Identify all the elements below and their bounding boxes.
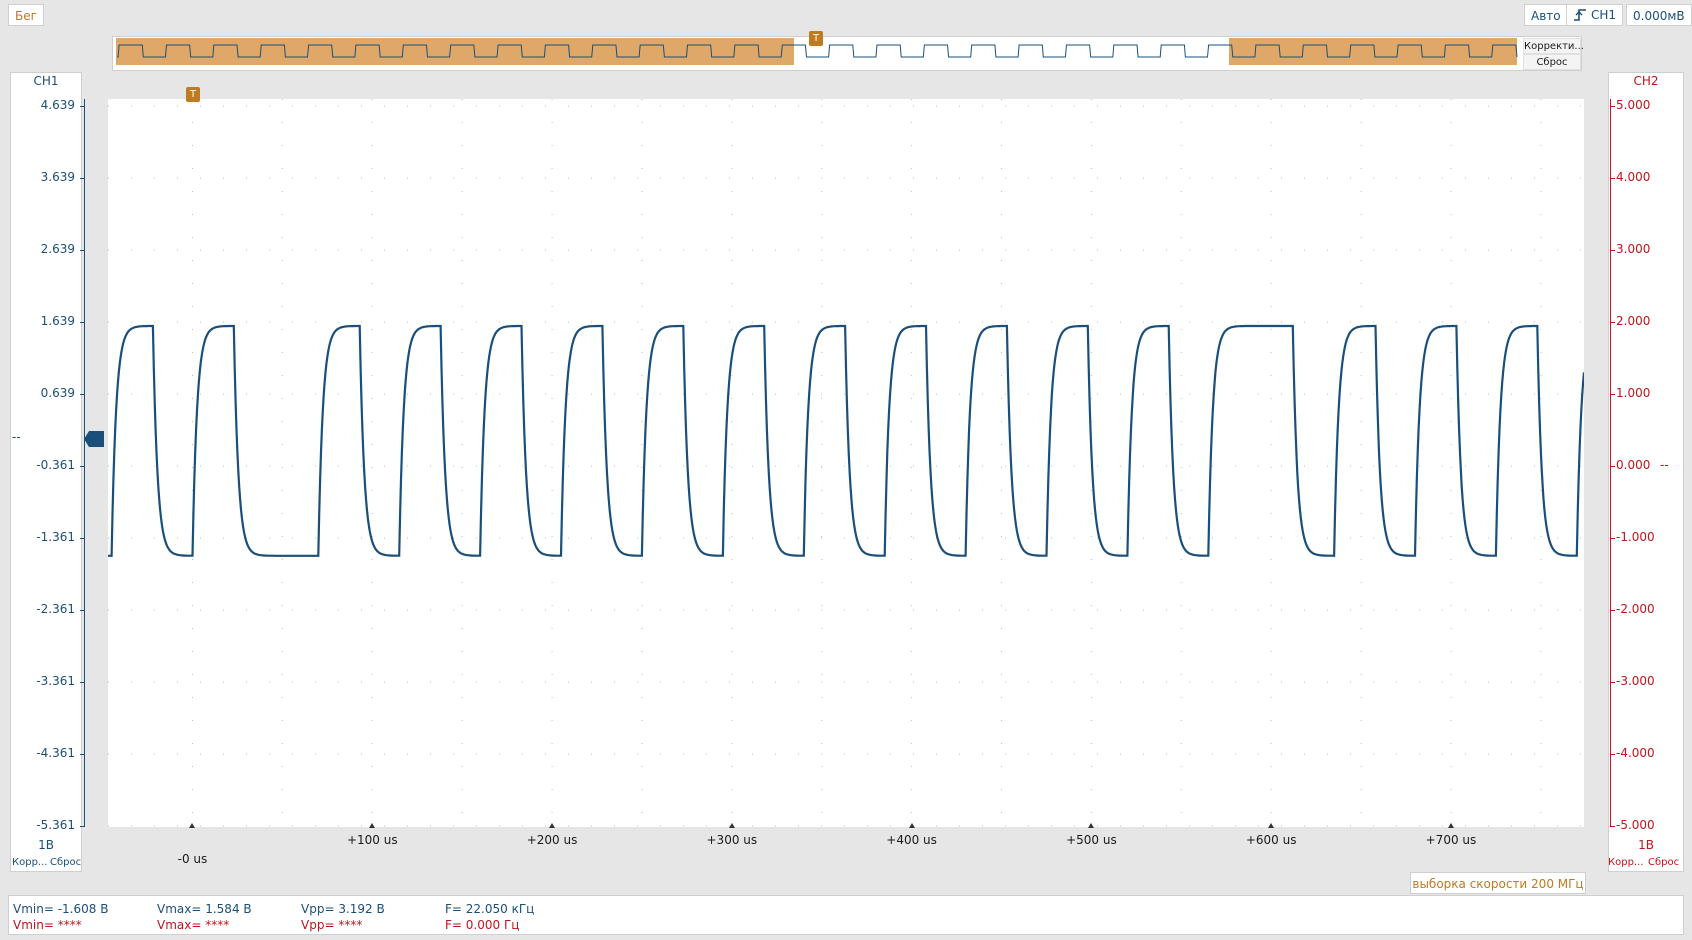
ch1-axis-tick-label: 0.639 (40, 386, 75, 400)
trigger-position-marker[interactable]: T (186, 87, 200, 102)
time-axis-tick-label: +100 us (346, 833, 398, 847)
ch2-axis-tick-label: -2.000 (1616, 602, 1655, 616)
time-axis-tick-label: +400 us (886, 833, 937, 847)
time-axis-tick-label: +300 us (706, 833, 758, 847)
run-status-button[interactable]: Бег (8, 4, 44, 26)
time-axis-tick (908, 823, 915, 828)
time-axis-tick (1088, 823, 1095, 828)
ch1-axis-tick-label: 3.639 (40, 170, 75, 184)
ch1-axis-tick-label: -0.361 (36, 458, 75, 472)
waveform-overview[interactable]: Корректи... Сброс (112, 36, 1584, 71)
sample-rate-label: выборка скорости 200 МГц (1410, 872, 1586, 894)
trigger-source-button[interactable]: CH1 (1566, 4, 1624, 26)
time-axis-tick (1447, 823, 1454, 828)
time-axis-tick-label: +200 us (526, 833, 578, 847)
time-axis-tick-label: +600 us (1245, 833, 1297, 847)
ch1-vmin: Vmin= -1.608 В (13, 902, 109, 916)
ch1-correct-button[interactable]: Корр... (12, 857, 47, 868)
ch1-axis-tick-label: 2.639 (40, 242, 75, 256)
overview-trigger-marker[interactable]: T (809, 31, 823, 46)
ch2-correct-button[interactable]: Корр... (1608, 857, 1643, 868)
ch1-offset-marker-label: -- (12, 430, 21, 444)
measurements-bar: Vmin= -1.608 В Vmax= 1.584 В Vpp= 3.192 … (8, 895, 1684, 935)
ch2-title[interactable]: CH2 (1608, 74, 1684, 88)
overview-right-region (1229, 38, 1517, 65)
ch2-axis-tick-label: 0.000 (1616, 458, 1651, 472)
ch1-vpp: Vpp= 3.192 В (301, 902, 385, 916)
time-axis-tick (728, 823, 735, 828)
ch2-axis-tick-label: 2.000 (1616, 314, 1651, 328)
overview-left-region (116, 38, 794, 65)
ch2-axis-tick-label: -4.000 (1616, 746, 1655, 760)
ch1-vmax: Vmax= 1.584 В (157, 902, 252, 916)
oscilloscope-plot[interactable] (108, 99, 1584, 827)
overview-correct-button[interactable]: Корректи... (1523, 38, 1584, 54)
time-axis-tick-label: +700 us (1425, 833, 1477, 847)
ch2-axis-tick-label: 3.000 (1616, 242, 1651, 256)
ch1-frequency: F= 22.050 кГц (445, 902, 535, 916)
ch1-axis-tick-label: 1.639 (40, 314, 75, 328)
ch2-axis-tick-label: 5.000 (1616, 98, 1651, 112)
ch1-axis-tick-label: -1.361 (36, 530, 75, 544)
rising-edge-icon (1574, 9, 1586, 21)
ch2-vmin: Vmin= **** (13, 918, 82, 932)
ch2-frequency: F= 0.000 Гц (445, 918, 520, 932)
ch2-axis-tick-label: -5.000 (1616, 818, 1655, 832)
ch1-axis-line (84, 99, 85, 827)
trigger-mode-button[interactable]: Авто (1524, 4, 1568, 26)
ch1-reset-button[interactable]: Сброс (50, 857, 81, 868)
ch1-axis-tick-label: 4.639 (40, 98, 75, 112)
ch2-scale[interactable]: 1В (1608, 838, 1684, 852)
ch2-axis-tick-label: -3.000 (1616, 674, 1655, 688)
ch2-axis-tick-label: -1.000 (1616, 530, 1655, 544)
overview-reset-button[interactable]: Сброс (1523, 54, 1581, 70)
ch1-waveform (108, 324, 1584, 557)
ch1-axis-tick-label: -2.361 (36, 602, 75, 616)
ch2-vmax: Vmax= **** (157, 918, 230, 932)
time-axis-tick (1268, 823, 1275, 828)
ch1-offset-marker[interactable] (84, 431, 104, 447)
ch2-reset-button[interactable]: Сброс (1648, 857, 1679, 868)
ch1-axis-tick-label: -3.361 (36, 674, 75, 688)
ch1-scale[interactable]: 1В (10, 838, 82, 852)
time-axis-tick-label: +500 us (1066, 833, 1117, 847)
ch1-title[interactable]: CH1 (10, 74, 82, 88)
ch1-axis-tick-label: -5.361 (36, 818, 75, 832)
ch2-axis-tick-label: 4.000 (1616, 170, 1651, 184)
ch1-axis-tick-label: -4.361 (36, 746, 75, 760)
trigger-channel-label: CH1 (1591, 8, 1617, 22)
ch2-axis-line (1610, 99, 1611, 827)
ch2-vpp: Vpp= **** (301, 918, 363, 932)
time-axis-tick (549, 823, 556, 828)
time-axis-tick (189, 823, 196, 828)
trigger-level-button[interactable]: 0.000мВ (1626, 4, 1692, 26)
time-axis-tick (369, 823, 376, 828)
time-axis-tick-label: -0 us (177, 852, 208, 866)
ch2-axis-tick-label: 1.000 (1616, 386, 1651, 400)
